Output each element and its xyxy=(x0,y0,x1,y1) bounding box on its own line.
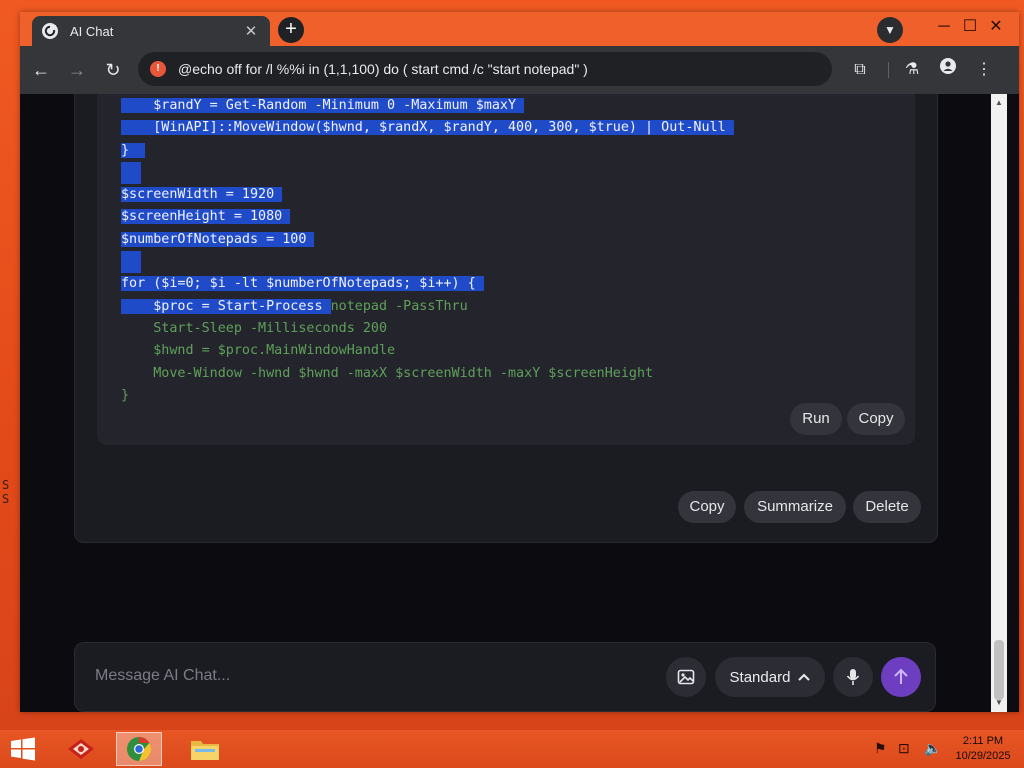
taskbar-file-explorer-icon[interactable] xyxy=(182,732,228,766)
selection-highlight xyxy=(121,251,141,274)
reload-button[interactable]: ↻ xyxy=(101,58,125,82)
code-line: Start-Sleep -Milliseconds 200 xyxy=(121,318,734,340)
selection-highlight xyxy=(121,161,141,185)
ai-chat-favicon-icon xyxy=(42,23,58,39)
code-line: $hwnd = $proc.MainWindowHandle xyxy=(121,340,734,362)
taskbar-app-icon[interactable] xyxy=(58,732,104,766)
code-text-segment: Move-Window -hwnd $hwnd -maxX $screenWid… xyxy=(121,365,654,381)
tab-close-icon[interactable]: ✕ xyxy=(242,22,260,40)
windows-logo-icon xyxy=(11,737,35,761)
code-block: $randY = Get-Random -Minimum 0 -Maximum … xyxy=(97,94,915,445)
taskbar-chrome-icon[interactable] xyxy=(116,732,162,766)
microphone-button[interactable] xyxy=(833,657,873,697)
browser-toolbar: ← → ↻ ! @echo off for /l %%i in (1,1,100… xyxy=(20,46,1019,94)
code-text[interactable]: $randY = Get-Random -Minimum 0 -Maximum … xyxy=(121,95,734,407)
selected-code-text: } xyxy=(121,142,146,158)
copy-code-button[interactable]: Copy xyxy=(847,403,905,435)
close-window-button[interactable]: ✕ xyxy=(979,14,1013,40)
selected-code-text: for ($i=0; $i -lt $numberOfNotepads; $i+… xyxy=(121,276,484,292)
scroll-down-arrow-icon[interactable]: ▼ xyxy=(991,698,1007,707)
code-line: } xyxy=(121,385,734,407)
mode-selector-button[interactable]: Standard xyxy=(715,657,825,697)
tab-search-button[interactable]: ▼ xyxy=(877,17,903,43)
desktop-glyph: S xyxy=(2,492,10,506)
network-icon[interactable]: ⊡ xyxy=(898,740,910,757)
code-line: $numberOfNotepads = 100 xyxy=(121,229,734,251)
code-line: $screenHeight = 1080 xyxy=(121,206,734,228)
selected-code-text: $numberOfNotepads = 100 xyxy=(121,231,315,247)
tab-title: AI Chat xyxy=(70,23,114,39)
desktop-glyph: S xyxy=(2,478,10,492)
forward-button[interactable]: → xyxy=(65,58,89,82)
system-clock[interactable]: 2:11 PM 10/29/2025 xyxy=(948,734,1018,764)
address-bar[interactable]: ! @echo off for /l %%i in (1,1,100) do (… xyxy=(138,52,832,86)
scrollbar-thumb[interactable] xyxy=(994,640,1004,700)
message-input[interactable]: Message AI Chat... xyxy=(95,667,230,685)
code-line: } xyxy=(121,140,734,162)
code-line xyxy=(121,251,734,274)
code-text-segment: } xyxy=(121,387,130,403)
tab-ai-chat[interactable]: AI Chat ✕ xyxy=(32,16,270,46)
site-info-icon[interactable]: ! xyxy=(150,61,166,77)
back-button[interactable]: ← xyxy=(29,58,53,82)
code-text-segment: Start-Sleep -Milliseconds 200 xyxy=(121,320,388,336)
image-icon xyxy=(677,669,695,685)
code-text-segment: notepad -PassThru xyxy=(330,298,468,314)
taskbar: ⚑ ⊡ 🔈 2:11 PM 10/29/2025 xyxy=(0,730,1024,768)
page-scrollbar[interactable]: ▲ ▼ xyxy=(991,94,1007,712)
address-bar-text: @echo off for /l %%i in (1,1,100) do ( s… xyxy=(178,61,588,77)
mode-label: Standard xyxy=(729,668,791,686)
copy-message-button[interactable]: Copy xyxy=(678,491,736,523)
new-tab-button[interactable]: + xyxy=(278,17,304,43)
clock-date: 10/29/2025 xyxy=(955,750,1011,762)
selected-code-text: $randY = Get-Random -Minimum 0 -Maximum … xyxy=(121,98,525,113)
microphone-icon xyxy=(846,669,860,685)
tab-strip: AI Chat ✕ + ▼ ─ ☐ ✕ xyxy=(20,12,1019,46)
code-line: $randY = Get-Random -Minimum 0 -Maximum … xyxy=(121,95,734,117)
code-line: for ($i=0; $i -lt $numberOfNotepads; $i+… xyxy=(121,273,734,295)
code-line: [WinAPI]::MoveWindow($hwnd, $randX, $ran… xyxy=(121,117,734,139)
selected-code-text: $proc = Start-Process xyxy=(121,298,331,314)
send-button[interactable] xyxy=(881,657,921,697)
run-code-button[interactable]: Run xyxy=(790,403,842,435)
code-text-segment: $hwnd = $proc.MainWindowHandle xyxy=(121,343,396,359)
browser-menu-icon[interactable]: ⋮ xyxy=(972,58,996,82)
message-composer: Message AI Chat... Standard xyxy=(74,642,936,712)
attach-image-button[interactable] xyxy=(666,657,706,697)
scroll-up-arrow-icon[interactable]: ▲ xyxy=(991,98,1007,107)
delete-message-button[interactable]: Delete xyxy=(853,491,921,523)
selected-code-text: [WinAPI]::MoveWindow($hwnd, $randX, $ran… xyxy=(121,120,734,136)
action-center-flag-icon[interactable]: ⚑ xyxy=(874,740,887,757)
code-line xyxy=(121,161,734,185)
assistant-message-card: $randY = Get-Random -Minimum 0 -Maximum … xyxy=(74,94,938,543)
clock-time: 2:11 PM xyxy=(962,735,1004,747)
code-line: $screenWidth = 1920 xyxy=(121,184,734,206)
code-line: Move-Window -hwnd $hwnd -maxX $screenWid… xyxy=(121,363,734,385)
summarize-button[interactable]: Summarize xyxy=(744,491,846,523)
extensions-icon[interactable]: ⧉ xyxy=(848,58,872,82)
labs-flask-icon[interactable]: ⚗ xyxy=(900,58,924,82)
profile-avatar-icon[interactable] xyxy=(936,58,960,82)
browser-window: AI Chat ✕ + ▼ ─ ☐ ✕ ← → ↻ ! @echo off fo… xyxy=(20,12,1019,712)
selected-code-text: $screenWidth = 1920 xyxy=(121,187,283,203)
selected-code-text: $screenHeight = 1080 xyxy=(121,209,291,225)
toolbar-divider xyxy=(888,62,889,78)
volume-muted-icon[interactable]: 🔈 xyxy=(924,740,941,757)
chat-content: $randY = Get-Random -Minimum 0 -Maximum … xyxy=(20,94,991,712)
code-line: $proc = Start-Process notepad -PassThru xyxy=(121,296,734,318)
arrow-up-icon xyxy=(894,668,908,684)
chevron-up-icon xyxy=(798,673,811,681)
start-button[interactable] xyxy=(10,737,36,761)
